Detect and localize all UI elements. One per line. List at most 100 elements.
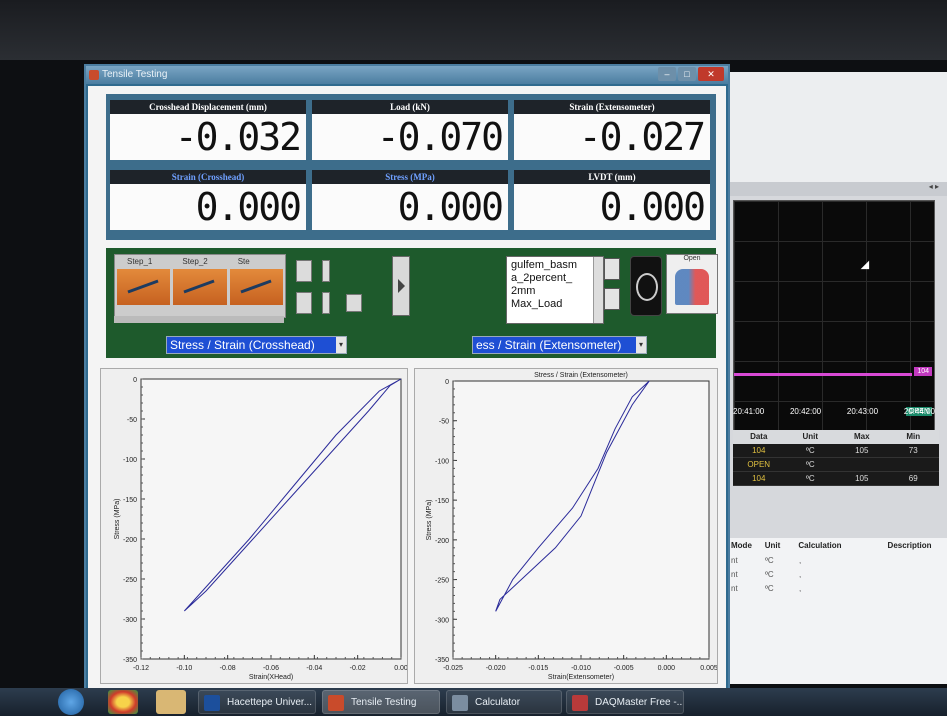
- daq-header-area: [725, 72, 947, 183]
- chart-svg: -0.12 -0.10 -0.08 -0.06 -0.04 -0.02 0.00 0 -50 -1…: [114, 377, 407, 681]
- x-axis-label: Strain(XHead): [249, 674, 293, 681]
- close-button[interactable]: ✕: [698, 67, 724, 81]
- window-body: Crosshead Displacement (mm) -0.032 Load …: [88, 86, 726, 690]
- y-axis-label: Stress (MPa): [426, 500, 433, 541]
- x-tick-label: -0.025: [443, 665, 463, 672]
- trend-line: [734, 373, 912, 376]
- y-tick-label: -150: [435, 498, 449, 505]
- readout-lvdt: LVDT (mm) 0.000: [514, 170, 710, 234]
- readout-load: Load (kN) -0.070: [312, 100, 508, 164]
- chevron-down-icon[interactable]: ▾: [336, 337, 346, 353]
- table-row[interactable]: nt ºC,: [725, 582, 947, 596]
- x-tick-label: -0.02: [350, 665, 366, 672]
- task-tensile-testing[interactable]: Tensile Testing: [322, 690, 440, 714]
- chart-svg: -0.025 -0.020 -0.015 -0.010 -0.005 0.000 0.005…: [426, 372, 717, 681]
- table-row[interactable]: nt ºC,: [725, 554, 947, 568]
- grip-dial-icon[interactable]: [630, 256, 662, 316]
- y-axis-label: Stress (MPa): [114, 499, 121, 540]
- divider-bar: [322, 292, 330, 314]
- y-tick-label: -300: [435, 617, 449, 624]
- x-tick-label: -0.04: [306, 665, 322, 672]
- daqmaster-window: ◂ ▸ 104 OPEN 20:41:00 20:42:00 20:43:00 …: [725, 72, 947, 684]
- y-tick-label: -50: [127, 417, 137, 424]
- start-button[interactable]: [58, 689, 84, 715]
- readout-crosshead-displacement: Crosshead Displacement (mm) -0.032: [110, 100, 306, 164]
- y-tick-label: -250: [123, 577, 137, 584]
- y-tick-label: -300: [123, 617, 137, 624]
- x-axis-label: Strain(Extensometer): [548, 674, 614, 681]
- chrome-icon[interactable]: [108, 690, 138, 714]
- move-down-button[interactable]: [296, 260, 312, 282]
- folder-icon[interactable]: [156, 690, 186, 714]
- readout-panel: Crosshead Displacement (mm) -0.032 Load …: [106, 94, 716, 240]
- x-tick-label: 0.005: [700, 665, 717, 672]
- window-title: Tensile Testing: [102, 69, 168, 80]
- task-daqmaster[interactable]: DAQMaster Free -...: [566, 690, 684, 714]
- stress-strain-extensometer-chart: -0.025 -0.020 -0.015 -0.010 -0.005 0.000 0.005…: [414, 368, 718, 684]
- window-titlebar[interactable]: Tensile Testing – □ ✕: [86, 66, 728, 84]
- step-image[interactable]: [173, 269, 227, 305]
- monitor-bezel: [0, 0, 947, 60]
- maximize-button[interactable]: □: [678, 67, 696, 81]
- y-tick-label: -350: [435, 657, 449, 664]
- trend-tag-104: 104: [914, 367, 932, 376]
- app-icon: [89, 70, 99, 80]
- table-row[interactable]: OPEN ºC: [733, 458, 939, 472]
- table-row[interactable]: 104 ºC 105 69: [733, 472, 939, 486]
- table-row[interactable]: 104 ºC 105 73: [733, 444, 939, 458]
- step-list[interactable]: Step_1 Step_2 Ste: [114, 254, 286, 318]
- play-button[interactable]: [392, 256, 410, 316]
- readout-stress: Stress (MPa) 0.000: [312, 170, 508, 234]
- delta-icon[interactable]: [604, 258, 620, 280]
- chart-left-dropdown[interactable]: Stress / Strain (Crosshead) ▾: [166, 336, 347, 354]
- daq-time-axis: 20:41:00 20:42:00 20:43:00 20:44:00: [733, 407, 935, 416]
- x-tick-label: -0.08: [220, 665, 236, 672]
- x-tick-label: -0.010: [571, 665, 591, 672]
- listbox-scrollbar[interactable]: [593, 257, 603, 323]
- step-image[interactable]: [229, 269, 283, 305]
- x-tick-label: -0.005: [614, 665, 634, 672]
- method-listbox[interactable]: gulfem_basm a_2percent_ 2mm Max_Load: [506, 256, 604, 324]
- taskbar: Hacettepe Univer... Tensile Testing Calc…: [0, 688, 947, 716]
- y-tick-label: -250: [435, 578, 449, 585]
- x-tick-label: -0.12: [133, 665, 149, 672]
- task-calculator[interactable]: Calculator: [446, 690, 562, 714]
- daq-scroll-arrows[interactable]: ◂ ▸: [725, 182, 947, 196]
- x-tick-label: -0.10: [176, 665, 192, 672]
- daq-channel-table: Mode Unit Calculation Description nt ºC, …: [725, 538, 947, 684]
- x-tick-label: -0.015: [528, 665, 548, 672]
- settings-icon[interactable]: [346, 294, 362, 312]
- table-row[interactable]: nt ºC,: [725, 568, 947, 582]
- y-tick-label: -200: [435, 538, 449, 545]
- y-tick-label: -100: [123, 457, 137, 464]
- x-tick-label: 0.00: [394, 665, 407, 672]
- chart-title: Stress / Strain (Extensometer): [534, 372, 628, 379]
- tensile-testing-window: Tensile Testing – □ ✕ Crosshead Displace…: [84, 64, 730, 694]
- chart-right-dropdown[interactable]: ess / Strain (Extensometer) ▾: [472, 336, 647, 354]
- y-tick-label: 0: [133, 377, 137, 384]
- open-grips-button[interactable]: Open: [666, 254, 718, 314]
- control-panel: Step_1 Step_2 Ste gulfem_basm a_2percent: [106, 248, 718, 358]
- y-tick-label: -200: [123, 537, 137, 544]
- x-tick-label: 0.000: [658, 665, 676, 672]
- y-tick-label: -150: [123, 497, 137, 504]
- y-tick-label: -100: [435, 458, 449, 465]
- y-tick-label: 0: [445, 379, 449, 386]
- x-tick-label: -0.020: [486, 665, 506, 672]
- hand-tool-button[interactable]: [296, 292, 312, 314]
- task-hacettepe[interactable]: Hacettepe Univer...: [198, 690, 316, 714]
- plot-area: [452, 380, 710, 660]
- stress-strain-crosshead-chart: -0.12 -0.10 -0.08 -0.06 -0.04 -0.02 0.00 0 -50 -1…: [100, 368, 408, 684]
- step-image[interactable]: [117, 269, 171, 305]
- info-icon[interactable]: [604, 288, 620, 310]
- x-tick-label: -0.06: [263, 665, 279, 672]
- y-tick-label: -50: [439, 419, 449, 426]
- daq-data-table: Data Unit Max Min 104 ºC 105 73 OPEN ºC …: [733, 430, 939, 486]
- readout-strain-crosshead: Strain (Crosshead) 0.000: [110, 170, 306, 234]
- minimize-button[interactable]: –: [658, 67, 676, 81]
- divider-bar: [322, 260, 330, 282]
- chevron-down-icon[interactable]: ▾: [636, 337, 646, 353]
- step-scrollbar[interactable]: [114, 316, 284, 323]
- readout-strain-extensometer: Strain (Extensometer) -0.027: [514, 100, 710, 164]
- y-tick-label: -350: [123, 657, 137, 664]
